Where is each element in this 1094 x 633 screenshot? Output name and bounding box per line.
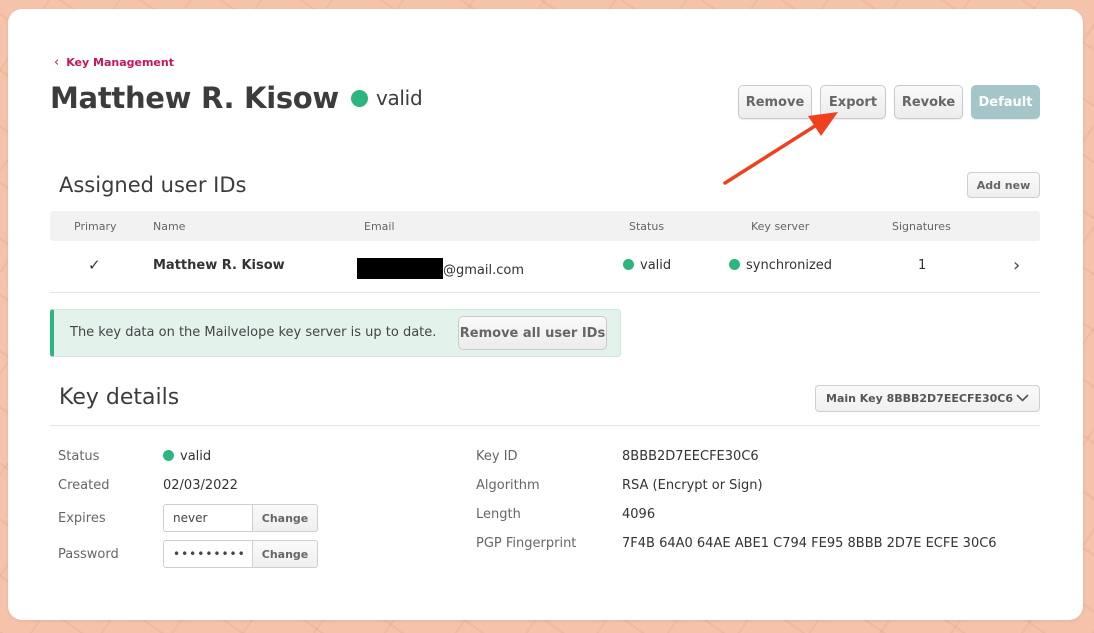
column-header-name: Name — [153, 220, 186, 233]
password-field-group: ••••••••• Change — [163, 540, 318, 568]
page-title: Matthew R. Kisow valid — [50, 81, 423, 115]
column-header-key-server: Key server — [751, 220, 810, 233]
key-detail-card: ‹ Key Management Matthew R. Kisow valid … — [8, 9, 1083, 620]
user-id-name: Matthew R. Kisow — [153, 258, 285, 273]
user-id-email: @gmail.com — [357, 258, 524, 279]
created-value: 02/03/2022 — [163, 478, 238, 493]
key-select-value: Main Key 8BBB2D7EECFE30C6 — [826, 392, 1013, 405]
chevron-left-icon: ‹ — [54, 55, 60, 70]
column-header-email: Email — [364, 220, 395, 233]
table-row[interactable]: ✓ Matthew R. Kisow @gmail.com valid sync… — [50, 241, 1040, 293]
divider — [50, 425, 1040, 426]
add-new-button[interactable]: Add new — [967, 172, 1040, 198]
key-details-heading: Key details — [59, 385, 180, 410]
user-id-signatures: 1 — [918, 258, 927, 273]
fingerprint-label: PGP Fingerprint — [476, 536, 577, 551]
password-input[interactable]: ••••••••• — [163, 540, 252, 568]
status-label: Status — [58, 449, 100, 464]
export-button[interactable]: Export — [820, 85, 886, 119]
user-id-key-server: synchronized — [729, 258, 832, 273]
key-select[interactable]: Main Key 8BBB2D7EECFE30C6 — [815, 385, 1040, 412]
user-id-status-text: valid — [640, 258, 672, 273]
key-server-status-text: synchronized — [746, 258, 833, 273]
algorithm-value: RSA (Encrypt or Sign) — [622, 478, 763, 493]
column-header-primary: Primary — [74, 220, 117, 233]
default-button[interactable]: Default — [971, 85, 1040, 119]
revoke-button[interactable]: Revoke — [894, 85, 963, 119]
key-id-label: Key ID — [476, 449, 518, 464]
chevron-right-icon[interactable]: › — [1013, 255, 1020, 276]
algorithm-label: Algorithm — [476, 478, 540, 493]
valid-status-dot-icon — [163, 450, 174, 461]
fingerprint-value: 7F4B 64A0 64AE ABE1 C794 FE95 8BBB 2D7E … — [622, 536, 997, 551]
column-header-status: Status — [629, 220, 665, 233]
length-value: 4096 — [622, 507, 656, 522]
remove-button[interactable]: Remove — [738, 85, 812, 119]
chevron-down-icon — [1016, 394, 1029, 402]
key-id-value: 8BBB2D7EECFE30C6 — [622, 449, 759, 464]
user-ids-table-header: Primary Name Email Status Key server Sig… — [50, 211, 1040, 241]
user-ids-heading: Assigned user IDs — [59, 173, 247, 197]
synchronized-status-dot-icon — [729, 259, 740, 270]
expires-field-group: never Change — [163, 504, 318, 532]
created-label: Created — [58, 478, 110, 493]
expires-label: Expires — [58, 511, 106, 526]
primary-check-icon: ✓ — [88, 256, 101, 274]
alert-message: The key data on the Mailvelope key serve… — [70, 325, 437, 340]
valid-status-dot-icon — [350, 89, 368, 107]
remove-all-user-ids-button[interactable]: Remove all user IDs — [458, 316, 607, 350]
user-id-status: valid — [623, 258, 671, 273]
column-header-signatures: Signatures — [892, 220, 951, 233]
redacted-email-block — [357, 258, 443, 279]
email-domain: @gmail.com — [443, 263, 525, 278]
key-owner-name: Matthew R. Kisow — [50, 81, 339, 115]
status-value-text: valid — [180, 449, 212, 464]
expires-input[interactable]: never — [163, 504, 252, 532]
back-link[interactable]: ‹ Key Management — [54, 56, 174, 69]
back-link-label: Key Management — [66, 56, 174, 69]
length-label: Length — [476, 507, 521, 522]
change-password-button[interactable]: Change — [252, 540, 318, 568]
change-expires-button[interactable]: Change — [252, 504, 318, 532]
password-label: Password — [58, 547, 119, 562]
key-status-text: valid — [375, 86, 423, 110]
valid-status-dot-icon — [623, 259, 634, 270]
status-value: valid — [163, 449, 211, 464]
key-server-alert: The key data on the Mailvelope key serve… — [50, 309, 621, 357]
